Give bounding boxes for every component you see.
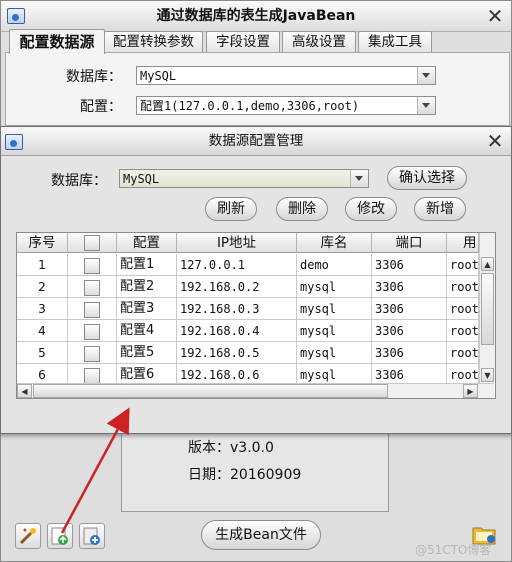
annotation-arrow <box>60 407 130 534</box>
